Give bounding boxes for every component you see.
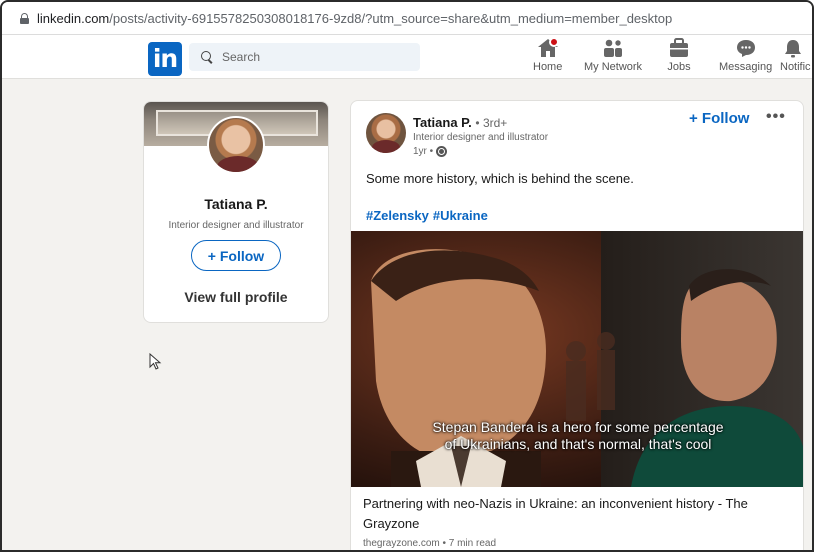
nav-item-my-network[interactable]: My Network: [584, 37, 642, 77]
nav-label-jobs: Jobs: [667, 61, 691, 73]
video-thumbnail[interactable]: Stepan Bandera is a hero for some percen…: [351, 231, 803, 487]
connection-degree: • 3rd+: [475, 116, 508, 130]
address-bar[interactable]: linkedin.com/posts/activity-691557825030…: [2, 2, 812, 35]
author-avatar[interactable]: [366, 113, 406, 153]
subtitle-line: of Ukrainians, and that's normal, that's…: [444, 436, 712, 452]
jobs-icon: [667, 37, 691, 59]
nav-label-home: Home: [533, 61, 563, 73]
more-options-button[interactable]: •••: [766, 108, 786, 126]
mouse-cursor-icon: [149, 353, 162, 370]
subtitle-line: Stepan Bandera is a hero for some percen…: [432, 419, 724, 435]
globe-icon: [436, 146, 448, 157]
search-box[interactable]: [189, 43, 420, 71]
author-headline: Interior designer and illustrator: [413, 132, 549, 143]
nav-item-notifications[interactable]: Notific: [780, 37, 811, 77]
video-subtitle: Stepan Bandera is a hero for some percen…: [351, 419, 803, 453]
nav-label-notifications: Notific: [780, 61, 811, 73]
hashtag-link[interactable]: #Ukraine: [433, 208, 488, 223]
post-text: Some more history, which is behind the s…: [366, 171, 634, 186]
lock-icon: [20, 12, 29, 24]
messaging-icon: [734, 37, 758, 59]
hashtag-link[interactable]: #Zelensky: [366, 208, 429, 223]
author-name-row[interactable]: Tatiana P. • 3rd+: [413, 115, 507, 130]
notification-badge: [548, 37, 559, 47]
article-link-title[interactable]: Partnering with neo-Nazis in Ukraine: an…: [363, 494, 788, 534]
profile-headline: Interior designer and illustrator: [168, 220, 304, 231]
post-age: 1yr •: [413, 146, 434, 157]
url-host: linkedin.com: [37, 10, 110, 26]
post-card: Tatiana P. • 3rd+ Interior designer and …: [350, 100, 804, 550]
hashtags: #Zelensky #Ukraine: [366, 208, 492, 223]
nav-label-my-network: My Network: [584, 61, 643, 73]
url-text[interactable]: linkedin.com/posts/activity-691557825030…: [37, 11, 672, 26]
notifications-icon: [780, 37, 804, 59]
nav-item-home[interactable]: Home: [533, 37, 562, 77]
browser-window: linkedin.com/posts/activity-691557825030…: [0, 0, 814, 552]
follow-button[interactable]: + Follow: [191, 240, 281, 271]
url-path: /posts/activity-6915578250308018176-9zd8…: [109, 10, 673, 26]
linkedin-navbar: in Home My Network Jobs: [2, 35, 812, 79]
article-source: thegrayzone.com • 7 min read: [363, 538, 497, 549]
nav-item-jobs[interactable]: Jobs: [667, 37, 691, 77]
search-input[interactable]: [222, 50, 402, 64]
author-name[interactable]: Tatiana P.: [413, 115, 472, 130]
profile-name[interactable]: Tatiana P.: [144, 196, 328, 212]
home-icon: [536, 37, 560, 59]
network-icon: [601, 37, 625, 59]
profile-card: Tatiana P. Interior designer and illustr…: [143, 101, 329, 323]
post-follow-button[interactable]: + Follow: [689, 110, 749, 127]
nav-item-messaging[interactable]: Messaging: [719, 37, 772, 77]
avatar[interactable]: [207, 116, 265, 174]
nav-label-messaging: Messaging: [719, 61, 773, 73]
linkedin-logo[interactable]: in: [148, 42, 182, 76]
view-full-profile-link[interactable]: View full profile: [144, 289, 328, 305]
search-icon: [201, 51, 213, 63]
post-time: 1yr •: [413, 146, 448, 157]
